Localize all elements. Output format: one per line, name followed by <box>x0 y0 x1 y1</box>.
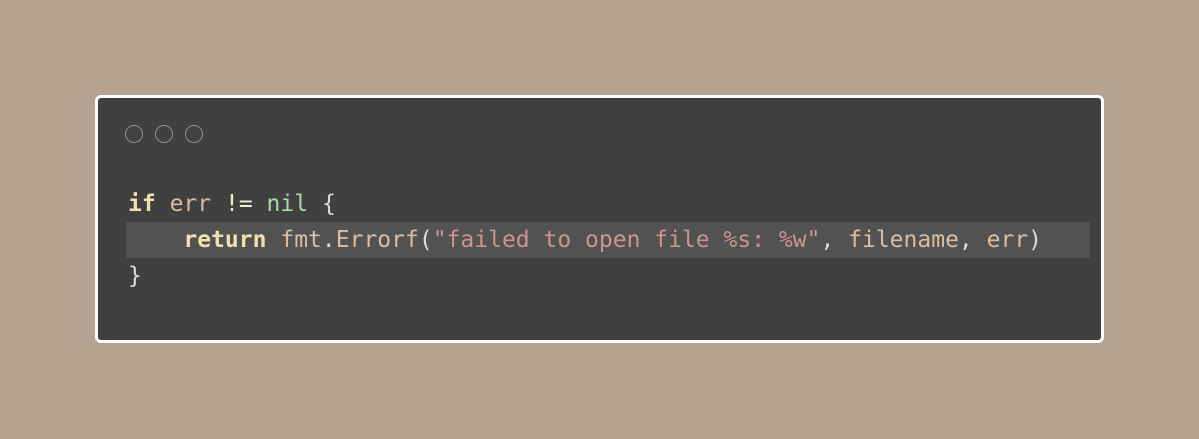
operator-not-equal: != <box>224 191 253 217</box>
keyword-if: if <box>128 191 156 217</box>
open-paren: ( <box>418 227 433 253</box>
code-line-1: if err != nil { <box>126 186 1101 222</box>
code-line-3: } <box>126 258 1101 294</box>
identifier-err: err <box>986 227 1029 253</box>
close-button[interactable] <box>125 125 143 143</box>
package-fmt: fmt <box>280 227 322 253</box>
code-window: if err != nil { return fmt.Errorf("faile… <box>95 95 1104 343</box>
close-brace: } <box>128 263 142 289</box>
window-controls <box>125 125 203 143</box>
dot: . <box>321 227 336 253</box>
minimize-button[interactable] <box>155 125 173 143</box>
string-literal: "failed to open file %s: %w" <box>432 227 821 253</box>
code-block: if err != nil { return fmt.Errorf("faile… <box>126 186 1101 294</box>
keyword-return: return <box>183 227 267 253</box>
identifier-filename: filename <box>848 227 959 253</box>
maximize-button[interactable] <box>185 125 203 143</box>
open-brace: { <box>321 191 336 217</box>
identifier-err: err <box>169 191 212 217</box>
close-paren: ) <box>1028 227 1043 253</box>
comma: , <box>820 227 849 253</box>
constant-nil: nil <box>266 191 309 217</box>
comma: , <box>958 227 987 253</box>
code-line-2-highlighted: return fmt.Errorf("failed to open file %… <box>126 222 1090 258</box>
function-errorf: Errorf <box>335 227 419 253</box>
